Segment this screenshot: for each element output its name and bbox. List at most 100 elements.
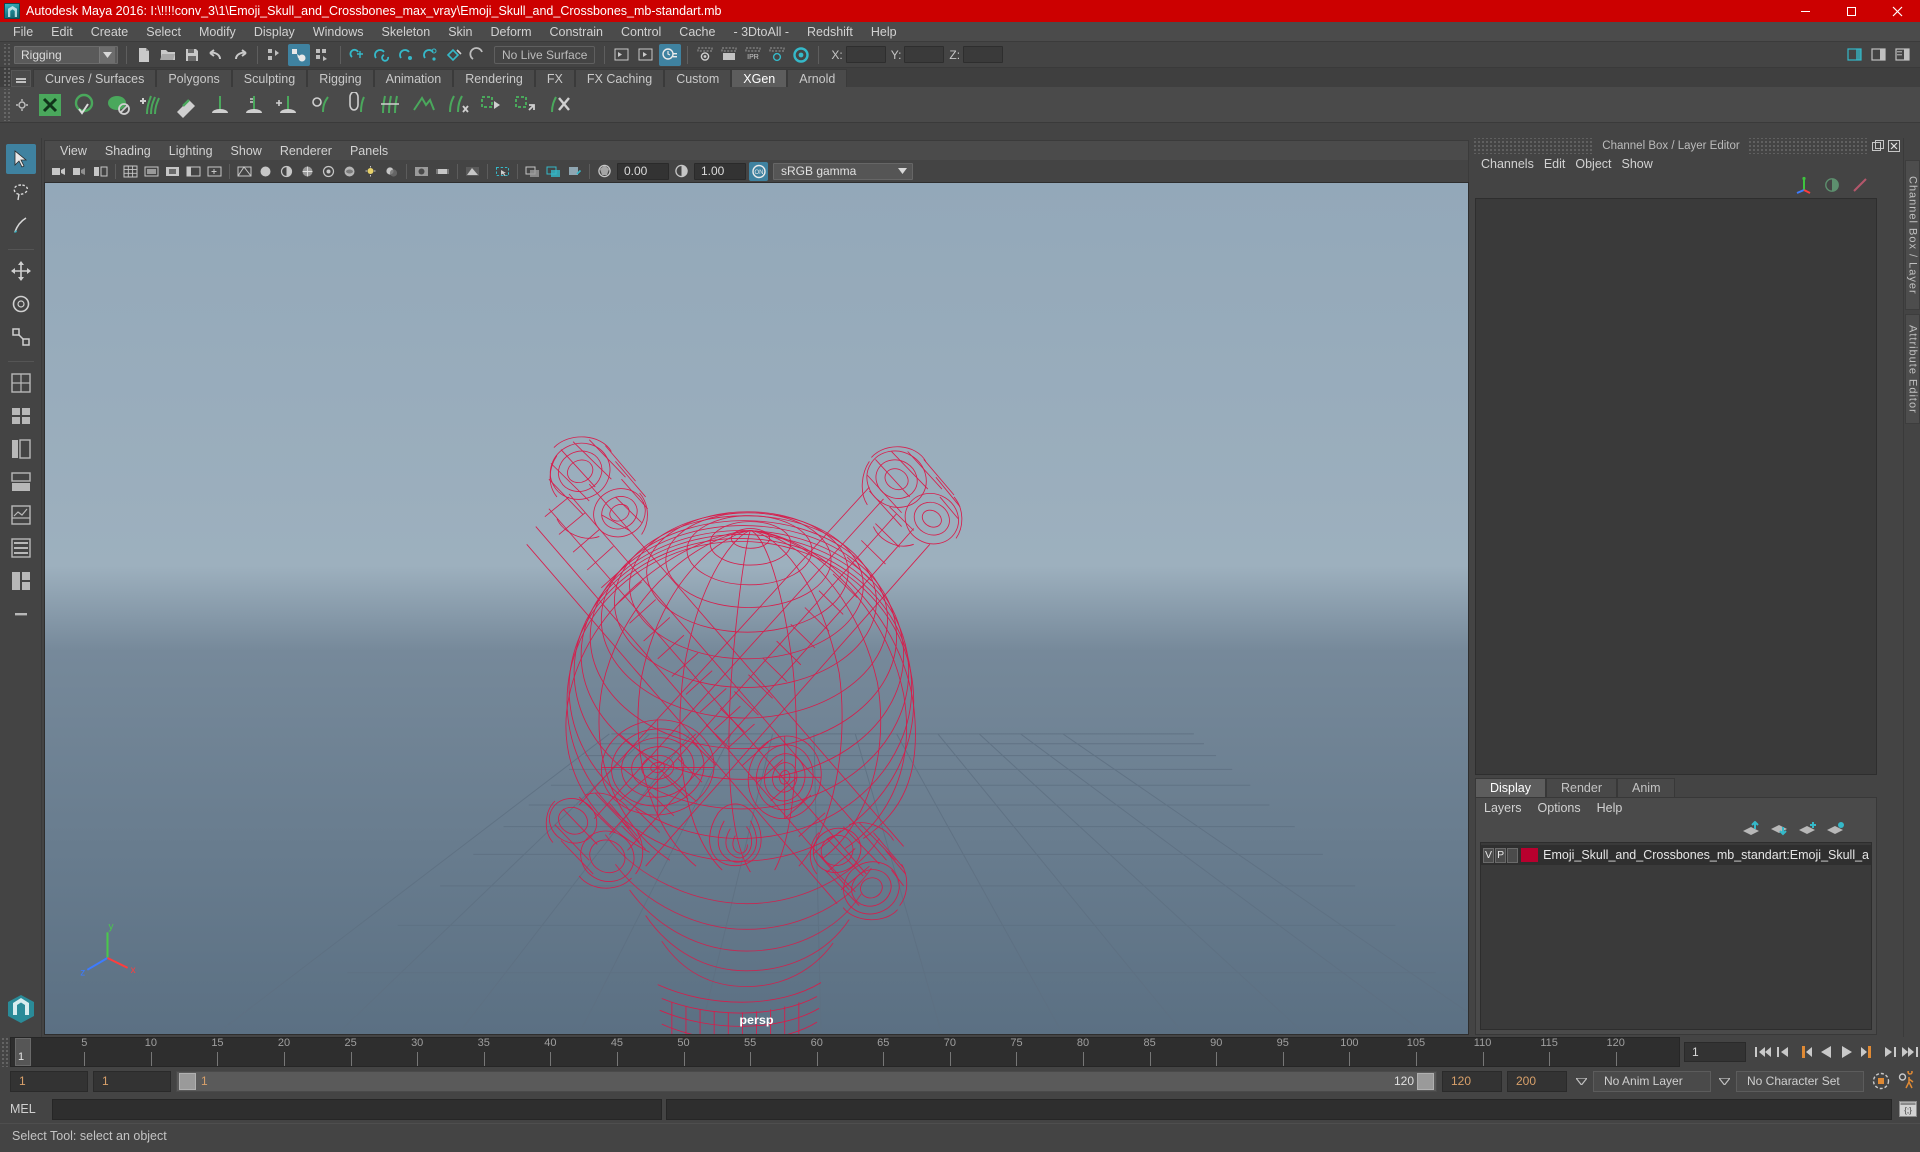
channel-box-list[interactable] <box>1475 198 1877 775</box>
toolbar-grip[interactable] <box>2 43 11 66</box>
move-layer-down-icon[interactable] <box>1770 820 1790 838</box>
range-left-handle[interactable] <box>179 1072 196 1090</box>
viewport-menu-panels[interactable]: Panels <box>341 142 397 160</box>
menu-skin[interactable]: Skin <box>439 22 481 42</box>
isolate-select-icon[interactable] <box>493 162 512 181</box>
lasso-tool-button[interactable] <box>6 177 36 207</box>
viewport-menu-lighting[interactable]: Lighting <box>160 142 222 160</box>
half-circle-toggle-icon[interactable] <box>1823 176 1841 194</box>
render-globals-icon[interactable] <box>766 44 788 66</box>
smooth-shade-all-icon[interactable] <box>256 162 275 181</box>
shelf-grip[interactable] <box>2 68 11 87</box>
channelbox-menu-channels[interactable]: Channels <box>1481 157 1544 171</box>
channelbox-menu-show[interactable]: Show <box>1622 157 1663 171</box>
layout-single-perspective-button[interactable] <box>6 368 36 398</box>
show-hide-modeling-toolkit-icon[interactable] <box>1844 44 1866 66</box>
use-default-material-icon[interactable] <box>319 162 338 181</box>
layer-visibility-toggle[interactable]: V <box>1483 847 1495 863</box>
snap-to-projected-center-icon[interactable] <box>419 44 441 66</box>
go-to-start-button[interactable] <box>1752 1041 1773 1063</box>
undo-button[interactable] <box>205 44 227 66</box>
anim-start-field[interactable]: 1 <box>93 1070 171 1092</box>
ipr-render-icon[interactable] <box>659 43 682 66</box>
close-panel-icon[interactable] <box>1887 139 1901 153</box>
menu-3dtoall[interactable]: - 3DtoAll - <box>724 22 798 42</box>
time-slider[interactable]: 1 5 10 15 20 25 30 35 40 45 50 55 60 65 70 75 80 85 90 95 1… <box>10 1037 1680 1067</box>
new-scene-button[interactable] <box>133 44 155 66</box>
animation-preferences-icon[interactable] <box>1894 1070 1920 1092</box>
maximize-button[interactable] <box>1828 0 1874 22</box>
shelf-tab-polygons[interactable]: Polygons <box>156 69 232 87</box>
layout-four-view-button[interactable] <box>6 401 36 431</box>
go-to-end-button[interactable] <box>1899 1041 1920 1063</box>
layer-tab-render[interactable]: Render <box>1546 778 1617 797</box>
color-management-toggle-icon[interactable]: ON <box>749 161 768 181</box>
character-set-selector[interactable]: No Character Set <box>1736 1070 1864 1092</box>
shelf-tab-custom[interactable]: Custom <box>664 69 732 87</box>
menu-redshift[interactable]: Redshift <box>798 22 862 42</box>
anim-end-field[interactable]: 120 <box>1442 1070 1502 1092</box>
open-render-view-icon[interactable] <box>611 44 633 66</box>
playback-end-field[interactable]: 200 <box>1507 1070 1567 1092</box>
use-all-lights-icon[interactable] <box>361 162 380 181</box>
paint-selection-tool-button[interactable] <box>6 210 36 240</box>
xray-mode-icon[interactable] <box>523 162 542 181</box>
layout-persp-outliner-button[interactable] <box>6 533 36 563</box>
select-camera-icon[interactable] <box>49 162 68 181</box>
layer-tab-display[interactable]: Display <box>1475 778 1546 797</box>
show-hide-channel-box-icon[interactable] <box>1892 44 1914 66</box>
gamma-icon[interactable] <box>672 162 691 181</box>
menu-edit[interactable]: Edit <box>42 22 82 42</box>
shelf-icons-grip[interactable] <box>2 88 11 121</box>
xgen-guide-tool-1-icon[interactable] <box>204 89 236 121</box>
minimize-button[interactable] <box>1782 0 1828 22</box>
persp-viewport[interactable]: persp y z x <box>44 182 1469 1035</box>
color-management-selector[interactable]: sRGB gamma <box>773 162 913 180</box>
close-button[interactable] <box>1874 0 1920 22</box>
snap-to-curve-icon[interactable] <box>371 44 393 66</box>
channelbox-menu-object[interactable]: Object <box>1575 157 1621 171</box>
shelf-tab-fx[interactable]: FX <box>534 69 575 87</box>
script-editor-icon[interactable]: {;} <box>1896 1098 1920 1120</box>
multisample-antialiasing-icon[interactable] <box>463 162 482 181</box>
anim-layer-selector[interactable]: No Anim Layer <box>1593 1070 1711 1092</box>
menu-file[interactable]: File <box>4 22 42 42</box>
select-by-component-type-button[interactable] <box>312 44 334 66</box>
step-forward-key-button[interactable] <box>1878 1041 1899 1063</box>
hypershade-icon[interactable] <box>718 44 740 66</box>
exposure-value-field[interactable]: 0.00 <box>617 162 669 180</box>
shelf-tab-rigging[interactable]: Rigging <box>307 69 374 87</box>
xgen-export-patches-icon[interactable] <box>544 89 576 121</box>
viewport-menu-renderer[interactable]: Renderer <box>271 142 341 160</box>
z-input[interactable] <box>963 46 1004 63</box>
shadows-icon[interactable] <box>382 162 401 181</box>
ipr-settings-icon[interactable]: IPR <box>742 44 764 66</box>
vtab-channel-box-layer-editor[interactable]: Channel Box / Layer Editor <box>1904 160 1920 310</box>
xgen-guide-tool-2-icon[interactable] <box>238 89 270 121</box>
move-layer-up-icon[interactable] <box>1742 820 1762 838</box>
xgen-add-guides-icon[interactable] <box>136 89 168 121</box>
redshift-render-icon[interactable] <box>790 44 812 66</box>
show-hide-attribute-editor-icon[interactable] <box>1868 44 1890 66</box>
timeslider-grip[interactable] <box>0 1037 10 1067</box>
rotate-tool-button[interactable] <box>6 289 36 319</box>
range-right-handle[interactable] <box>1417 1072 1434 1090</box>
layout-outliner-persp-button[interactable] <box>6 434 36 464</box>
anim-layer-dropdown-arrow[interactable] <box>1572 1071 1590 1092</box>
y-input[interactable] <box>904 46 945 63</box>
layer-tab-anim[interactable]: Anim <box>1617 778 1676 797</box>
smooth-shade-selected-icon[interactable] <box>277 162 296 181</box>
slash-toggle-icon[interactable] <box>1851 176 1869 194</box>
menu-help[interactable]: Help <box>862 22 906 42</box>
xgen-groom-noise-icon[interactable] <box>408 89 440 121</box>
open-scene-button[interactable] <box>157 44 179 66</box>
motion-blur-icon[interactable] <box>433 162 452 181</box>
xgen-import-collection-icon[interactable] <box>510 89 542 121</box>
shelf-tab-xgen[interactable]: XGen <box>731 69 788 87</box>
shelf-options-icon[interactable] <box>11 94 33 116</box>
play-forwards-button[interactable] <box>1836 1041 1857 1063</box>
layer-shading-toggle[interactable] <box>1507 847 1519 863</box>
xgen-create-description-icon[interactable] <box>68 89 100 121</box>
channelbox-menu-edit[interactable]: Edit <box>1544 157 1576 171</box>
command-input-field[interactable] <box>52 1098 662 1120</box>
